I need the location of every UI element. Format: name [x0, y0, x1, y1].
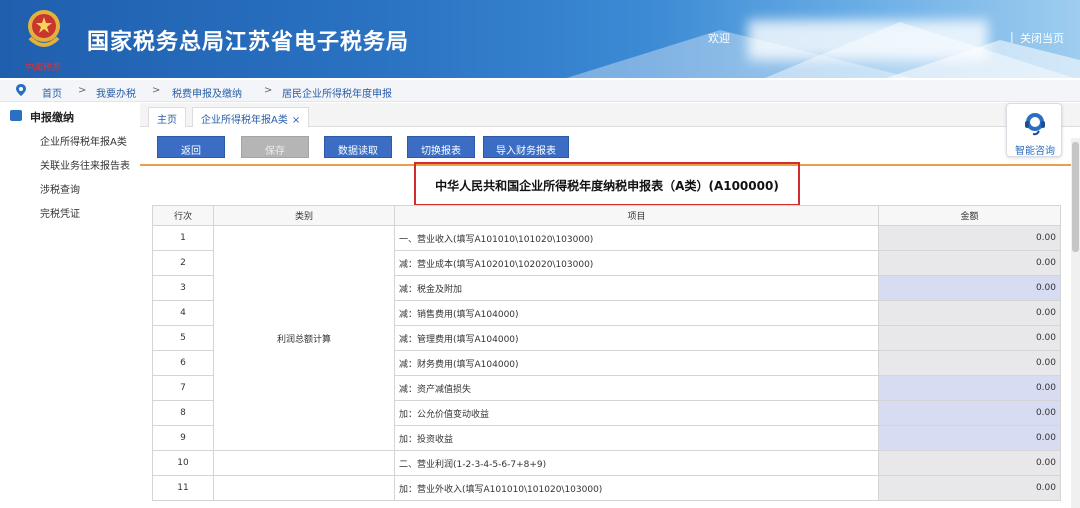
item-cell: 减：财务费用(填写A104000)	[394, 350, 879, 376]
scrollbar-thumb[interactable]	[1072, 142, 1079, 252]
amount-cell[interactable]: 0.00	[878, 375, 1061, 401]
location-pin-icon	[16, 84, 26, 96]
item-cell: 二、营业利润(1-2-3-4-5-6-7+8+9)	[394, 450, 879, 476]
sidebar-item-tax-query[interactable]: 涉税查询	[40, 181, 80, 196]
redacted-user-info	[748, 20, 988, 60]
smart-consult-button[interactable]: 智能咨询	[1006, 103, 1062, 157]
amount-cell: 0.00	[878, 325, 1061, 351]
category-cell: 利润总额计算	[213, 225, 395, 451]
item-cell: 加：营业外收入(填写A101010\101020\103000)	[394, 475, 879, 501]
table-body: 1 利润总额计算 一、营业收入(填写A101010\101020\103000) 0.…	[152, 225, 1061, 501]
amount-cell: 0.00	[878, 250, 1061, 276]
tab-annual-a-label: 企业所得税年报A类	[201, 115, 288, 126]
form-title-highlight: 中华人民共和国企业所得税年度纳税申报表（A类）(A100000)	[414, 162, 800, 206]
save-button[interactable]: 保存	[241, 136, 309, 158]
vertical-scrollbar[interactable]	[1071, 138, 1080, 508]
breadcrumb-separator: >	[152, 85, 161, 96]
row-number-cell: 5	[152, 325, 214, 351]
table-header-row: 行次 类别 项目 金额	[152, 205, 1061, 226]
form-title: 中华人民共和国企业所得税年度纳税申报表（A类）(A100000)	[435, 179, 779, 193]
declare-icon	[10, 110, 22, 121]
header-separator: |	[1010, 30, 1014, 43]
row-number-cell: 7	[152, 375, 214, 401]
item-cell: 减：管理费用(填写A104000)	[394, 325, 879, 351]
sidebar: 申报缴纳 企业所得税年报A类 关联业务往来报告表 涉税查询 完税凭证	[0, 103, 140, 508]
amount-cell[interactable]: 0.00	[878, 400, 1061, 426]
column-header-row-no: 行次	[152, 205, 214, 226]
breadcrumb-declare-pay[interactable]: 税费申报及缴纳	[172, 85, 242, 100]
breadcrumb-separator: >	[78, 85, 87, 96]
row-number-cell: 9	[152, 425, 214, 451]
site-title: 国家税务总局江苏省电子税务局	[87, 30, 410, 55]
amount-cell: 0.00	[878, 225, 1061, 251]
breadcrumb-separator: >	[264, 85, 273, 96]
amount-cell: 0.00	[878, 350, 1061, 376]
row-number-cell: 8	[152, 400, 214, 426]
amount-cell: 0.00	[878, 450, 1061, 476]
table-row: 10 二、营业利润(1-2-3-4-5-6-7+8+9) 0.00	[152, 450, 1061, 476]
declaration-table: 行次 类别 项目 金额 1 利润总额计算 一、营业收入(填写A101010\1010…	[152, 205, 1061, 501]
item-cell: 一、营业收入(填写A101010\101020\103000)	[394, 225, 879, 251]
tab-annual-a[interactable]: 企业所得税年报A类 ×	[192, 107, 310, 127]
row-number-cell: 11	[152, 475, 214, 501]
switch-form-button[interactable]: 切换报表	[407, 136, 475, 158]
welcome-text: 欢迎	[708, 32, 730, 45]
amount-cell[interactable]: 0.00	[878, 275, 1061, 301]
item-cell: 减：资产减值损失	[394, 375, 879, 401]
smart-consult-label: 智能咨询	[1015, 146, 1055, 157]
row-number-cell: 10	[152, 450, 214, 476]
column-header-category: 类别	[213, 205, 395, 226]
item-cell: 减：税金及附加	[394, 275, 879, 301]
amount-cell[interactable]: 0.00	[878, 425, 1061, 451]
tab-home[interactable]: 主页	[148, 107, 186, 127]
toolbar: 返回 保存 数据读取 切换报表 导入财务报表	[140, 128, 1080, 166]
header-banner: 中国税务 国家税务总局江苏省电子税务局 欢迎 | 关闭当页	[0, 0, 1080, 78]
category-cell	[213, 475, 395, 501]
row-number-cell: 4	[152, 300, 214, 326]
item-cell: 减：销售费用(填写A104000)	[394, 300, 879, 326]
table-row: 11 加：营业外收入(填写A101010\101020\103000) 0.00	[152, 475, 1061, 501]
breadcrumb-current: 居民企业所得税年度申报	[282, 89, 392, 100]
category-cell	[213, 450, 395, 476]
sidebar-heading[interactable]: 申报缴纳	[30, 109, 74, 125]
breadcrumb: 首页 > 我要办税 > 税费申报及缴纳 > 居民企业所得税年度申报	[0, 80, 1080, 102]
import-statements-button[interactable]: 导入财务报表	[483, 136, 569, 158]
amount-cell: 0.00	[878, 475, 1061, 501]
tax-emblem-icon	[28, 10, 60, 47]
item-cell: 加：投资收益	[394, 425, 879, 451]
item-cell: 减：营业成本(填写A102010\102020\103000)	[394, 250, 879, 276]
column-header-amount: 金额	[878, 205, 1061, 226]
close-icon[interactable]: ×	[292, 115, 300, 126]
row-number-cell: 3	[152, 275, 214, 301]
item-cell: 加：公允价值变动收益	[394, 400, 879, 426]
amount-cell: 0.00	[878, 300, 1061, 326]
row-number-cell: 2	[152, 250, 214, 276]
breadcrumb-tax-service[interactable]: 我要办税	[96, 85, 136, 100]
sidebar-item-tax-certificate[interactable]: 完税凭证	[40, 205, 80, 220]
back-button[interactable]: 返回	[157, 136, 225, 158]
read-data-button[interactable]: 数据读取	[324, 136, 392, 158]
sidebar-item-annual-a[interactable]: 企业所得税年报A类	[40, 133, 127, 148]
row-number-cell: 6	[152, 350, 214, 376]
emblem-caption: 中国税务	[24, 63, 61, 73]
tab-bar: 主页 企业所得税年报A类 ×	[140, 103, 1080, 127]
close-page-link[interactable]: 关闭当页	[1020, 30, 1064, 46]
sidebar-item-related-report[interactable]: 关联业务往来报告表	[40, 157, 130, 172]
breadcrumb-home[interactable]: 首页	[42, 85, 62, 100]
headset-icon	[1025, 113, 1045, 136]
tab-home-label: 主页	[157, 115, 177, 126]
row-number-cell: 1	[152, 225, 214, 251]
column-header-item: 项目	[394, 205, 879, 226]
table-row: 1 利润总额计算 一、营业收入(填写A101010\101020\103000) 0.…	[152, 225, 1061, 451]
